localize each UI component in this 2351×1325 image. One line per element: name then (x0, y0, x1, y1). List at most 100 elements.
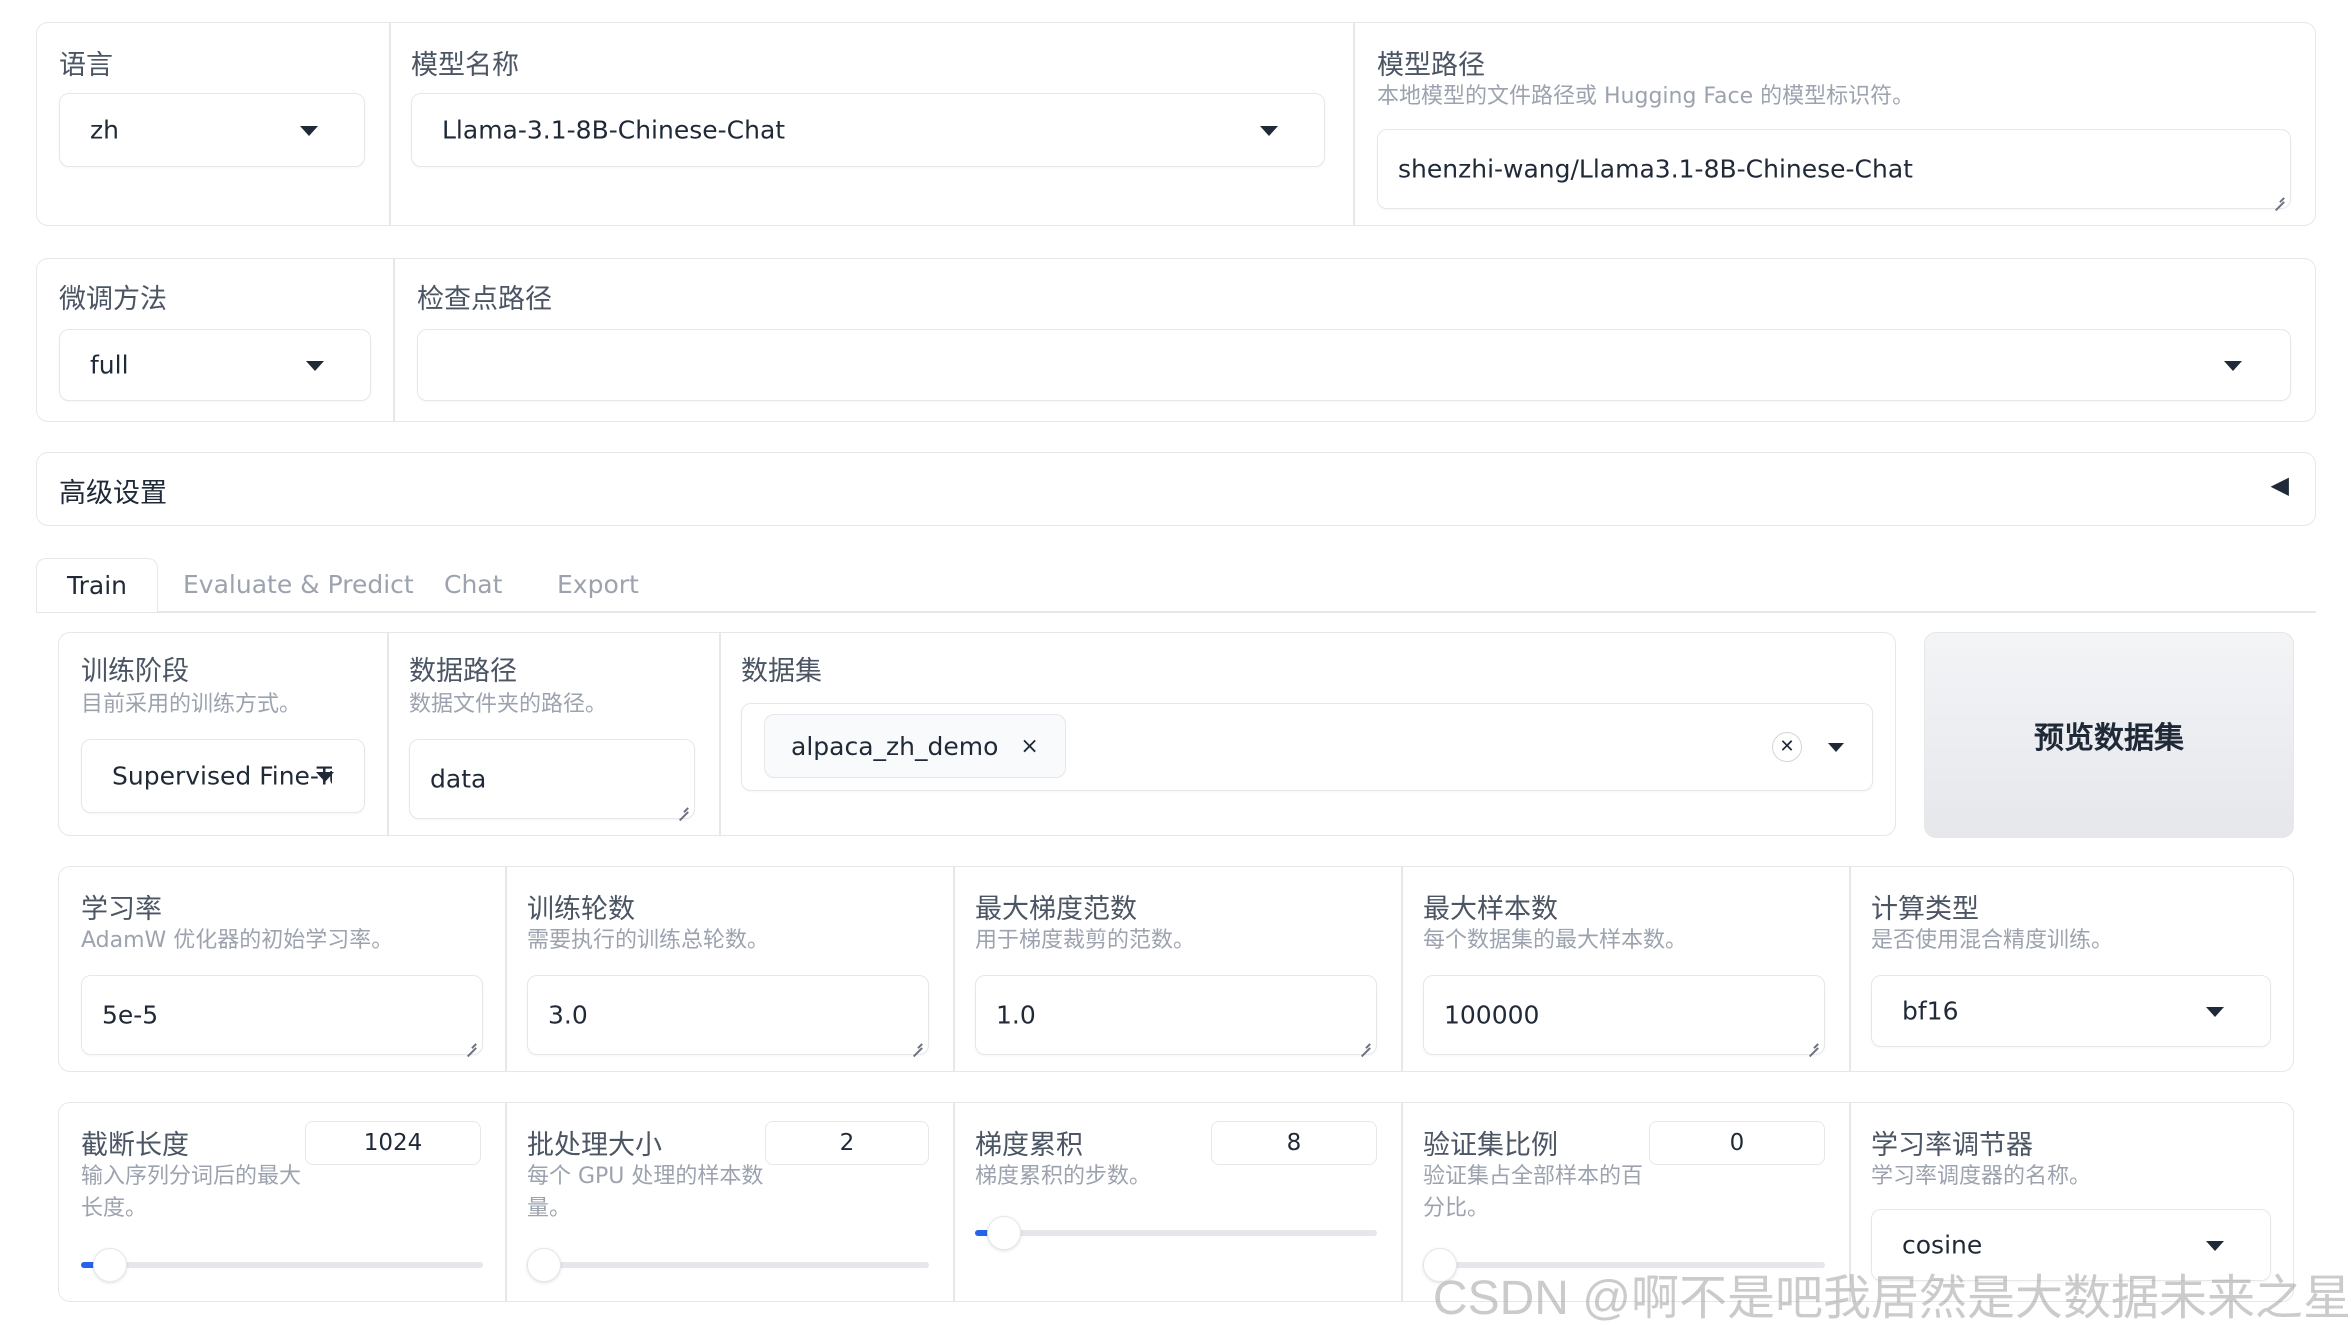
remove-chip-icon[interactable]: × (1020, 734, 1038, 759)
model-path-block: 模型路径 本地模型的文件路径或 Hugging Face 的模型标识符。 she… (1355, 23, 2315, 225)
finetune-label: 微调方法 (59, 284, 167, 315)
finetune-dropdown[interactable]: full (59, 329, 371, 401)
finetune-panel: 微调方法 full 检查点路径 (36, 258, 2316, 422)
finetune-block: 微调方法 full (37, 259, 393, 421)
stage-dropdown[interactable]: Supervised Fine-Tun (81, 739, 365, 813)
preview-dataset-button[interactable]: 预览数据集 (1924, 632, 2294, 838)
epochs-block: 训练轮数 需要执行的训练总轮数。 3.0 (507, 867, 953, 1071)
cutoff-len-label: 截断长度 (81, 1130, 189, 1161)
chevron-down-icon (2224, 361, 2242, 371)
batch-size-slider-handle[interactable] (527, 1248, 561, 1282)
chevron-down-icon (2206, 1007, 2224, 1017)
learning-rate-info: AdamW 优化器的初始学习率。 (81, 928, 394, 953)
model-path-info: 本地模型的文件路径或 Hugging Face 的模型标识符。 (1377, 84, 1915, 109)
max-samples-block: 最大样本数 每个数据集的最大样本数。 100000 (1403, 867, 1849, 1071)
compute-type-label: 计算类型 (1871, 894, 1979, 925)
cutoff-len-number[interactable]: 1024 (305, 1121, 481, 1165)
language-block: 语言 zh (37, 23, 389, 225)
learning-rate-block: 学习率 AdamW 优化器的初始学习率。 5e-5 (59, 867, 505, 1071)
max-grad-norm-label: 最大梯度范数 (975, 894, 1137, 925)
language-label: 语言 (59, 50, 113, 81)
epochs-label: 训练轮数 (527, 894, 635, 925)
max-grad-norm-input[interactable]: 1.0 (975, 975, 1377, 1055)
checkpoint-block: 检查点路径 (395, 259, 2315, 421)
model-name-label: 模型名称 (411, 50, 519, 81)
finetune-value: full (90, 350, 129, 380)
max-samples-info: 每个数据集的最大样本数。 (1423, 928, 1688, 953)
checkpoint-dropdown[interactable] (417, 329, 2291, 401)
compute-type-block: 计算类型 是否使用混合精度训练。 bf16 (1851, 867, 2293, 1071)
model-path-value: shenzhi-wang/Llama3.1-8B-Chinese-Chat (1398, 154, 1913, 184)
model-path-label: 模型路径 (1377, 50, 1485, 81)
max-samples-input[interactable]: 100000 (1423, 975, 1825, 1055)
clear-icon[interactable]: ✕ (1772, 732, 1802, 762)
data-dir-value: data (430, 764, 487, 794)
tab-train[interactable]: Train (36, 558, 158, 612)
batch-size-block: 批处理大小 2 每个 GPU 处理的样本数量。 (507, 1103, 953, 1301)
resize-handle-icon[interactable] (2274, 192, 2284, 202)
grad-accum-number[interactable]: 8 (1211, 1121, 1377, 1165)
model-name-dropdown[interactable]: Llama-3.1-8B-Chinese-Chat (411, 93, 1325, 167)
data-dir-info: 数据文件夹的路径。 (409, 692, 608, 717)
model-config-panel: 语言 zh 模型名称 Llama-3.1-8B-Chinese-Chat 模型路… (36, 22, 2316, 226)
resize-handle-icon[interactable] (1808, 1038, 1818, 1048)
watermark: CSDN @啊不是吧我居然是大数据未来之星 (1432, 1272, 2351, 1325)
grad-accum-info: 梯度累积的步数。 (975, 1164, 1152, 1189)
epochs-value: 3.0 (548, 1000, 588, 1030)
batch-size-number[interactable]: 2 (765, 1121, 929, 1165)
stage-info: 目前采用的训练方式。 (81, 692, 302, 717)
chevron-down-icon (316, 772, 334, 782)
resize-handle-icon[interactable] (912, 1038, 922, 1048)
max-samples-label: 最大样本数 (1423, 894, 1558, 925)
language-dropdown[interactable]: zh (59, 93, 365, 167)
learning-rate-value: 5e-5 (102, 1000, 159, 1030)
model-name-block: 模型名称 Llama-3.1-8B-Chinese-Chat (391, 23, 1353, 225)
stage-label: 训练阶段 (81, 656, 189, 687)
resize-handle-icon[interactable] (466, 1038, 476, 1048)
dataset-panel: 训练阶段 目前采用的训练方式。 Supervised Fine-Tun 数据路径… (58, 632, 1896, 836)
dataset-chip-label: alpaca_zh_demo (791, 731, 999, 761)
lr-scheduler-info: 学习率调度器的名称。 (1871, 1164, 2092, 1189)
dataset-multiselect[interactable]: alpaca_zh_demo × ✕ (741, 703, 1873, 791)
compute-type-value: bf16 (1902, 996, 1959, 1026)
hyperparams-panel-1: 学习率 AdamW 优化器的初始学习率。 5e-5 训练轮数 需要执行的训练总轮… (58, 866, 2294, 1072)
tab-evaluate-predict[interactable]: Evaluate & Predict (183, 558, 414, 612)
val-size-info: 验证集占全部样本的百分比。 (1423, 1164, 1644, 1221)
data-dir-label: 数据路径 (409, 656, 517, 687)
chevron-down-icon (1260, 126, 1278, 136)
chevron-down-icon (306, 361, 324, 371)
lr-scheduler-label: 学习率调节器 (1871, 1130, 2033, 1161)
language-value: zh (90, 115, 119, 145)
val-size-label: 验证集比例 (1423, 1130, 1558, 1161)
grad-accum-label: 梯度累积 (975, 1130, 1083, 1161)
tab-export[interactable]: Export (557, 558, 639, 612)
max-grad-norm-value: 1.0 (996, 1000, 1036, 1030)
data-dir-input[interactable]: data (409, 739, 695, 819)
lr-scheduler-value: cosine (1902, 1230, 1983, 1260)
batch-size-info: 每个 GPU 处理的样本数量。 (527, 1164, 764, 1221)
grad-accum-track[interactable] (975, 1230, 1377, 1236)
batch-size-label: 批处理大小 (527, 1130, 662, 1161)
advanced-settings-label: 高级设置 (59, 478, 167, 509)
val-size-number[interactable]: 0 (1649, 1121, 1825, 1165)
chevron-down-icon (1828, 743, 1844, 752)
grad-accum-slider-handle[interactable] (987, 1216, 1022, 1250)
cutoff-len-slider-handle[interactable] (93, 1248, 128, 1282)
collapse-triangle-icon[interactable]: ◀ (2271, 471, 2289, 499)
epochs-input[interactable]: 3.0 (527, 975, 929, 1055)
learning-rate-input[interactable]: 5e-5 (81, 975, 483, 1055)
batch-size-track[interactable] (527, 1262, 929, 1268)
compute-type-dropdown[interactable]: bf16 (1871, 975, 2271, 1047)
advanced-settings-accordion[interactable]: 高级设置 ◀ (36, 452, 2316, 526)
dataset-block: 数据集 alpaca_zh_demo × ✕ (721, 633, 1895, 835)
cutoff-len-info: 输入序列分词后的最大长度。 (81, 1164, 302, 1221)
grad-accum-block: 梯度累积 8 梯度累积的步数。 (955, 1103, 1401, 1301)
tab-chat[interactable]: Chat (444, 558, 502, 612)
resize-handle-icon[interactable] (678, 802, 688, 812)
resize-handle-icon[interactable] (1360, 1038, 1370, 1048)
cutoff-len-block: 截断长度 1024 输入序列分词后的最大长度。 (59, 1103, 505, 1301)
cutoff-len-track[interactable] (81, 1262, 483, 1268)
stage-value: Supervised Fine-Tun (112, 761, 332, 791)
dataset-label: 数据集 (741, 656, 822, 687)
model-path-input[interactable]: shenzhi-wang/Llama3.1-8B-Chinese-Chat (1377, 129, 2291, 209)
